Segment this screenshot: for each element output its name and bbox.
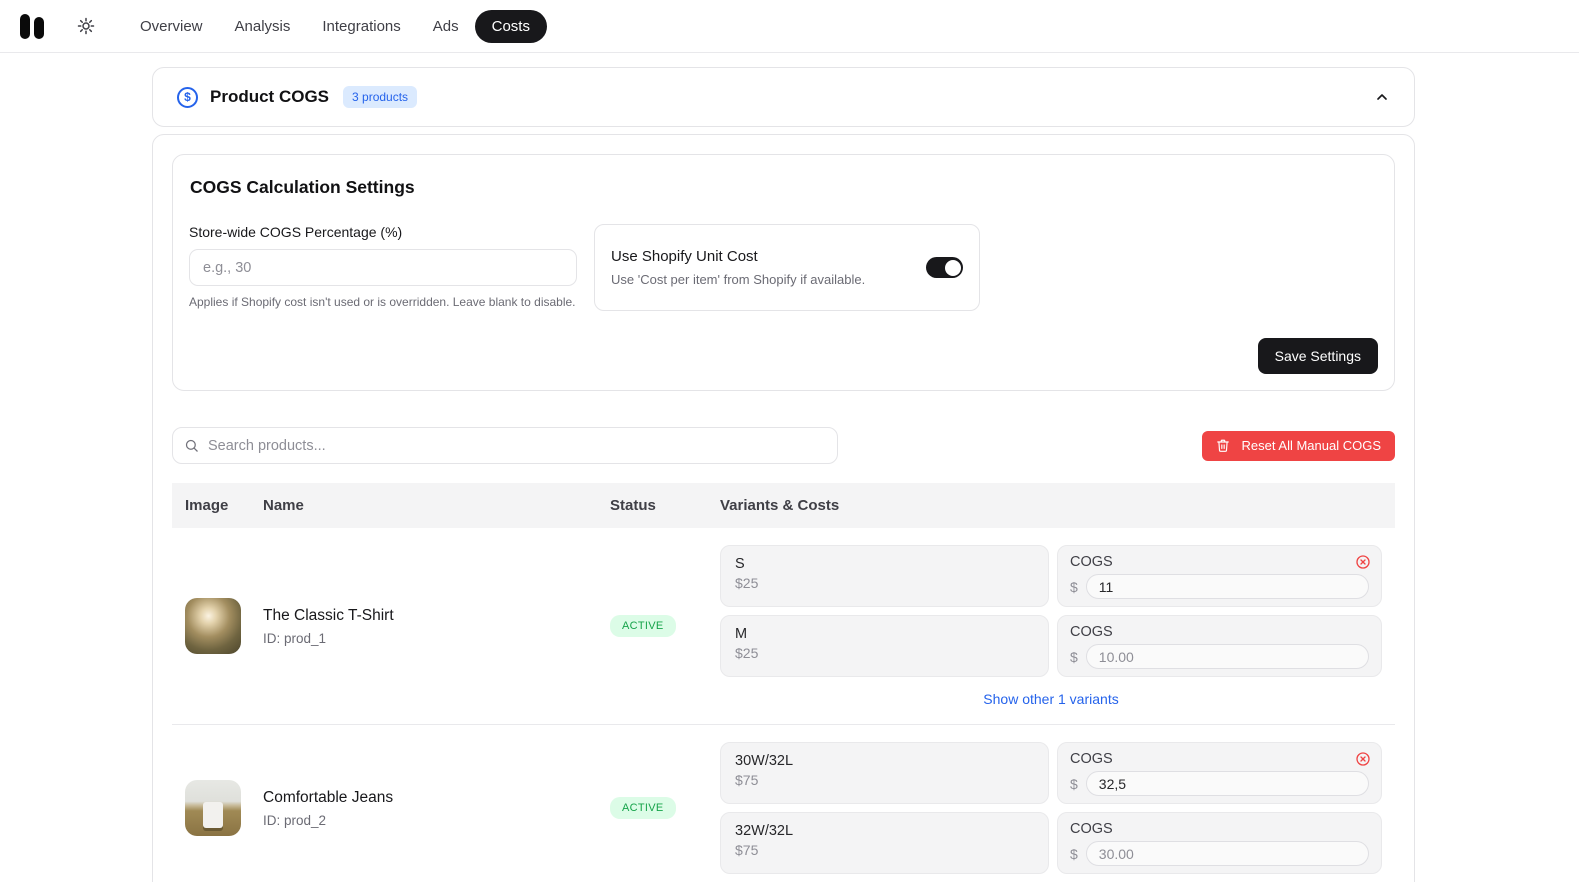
trash-icon — [1216, 439, 1229, 452]
variant-card: S $25 — [720, 545, 1049, 607]
cogs-value-input[interactable] — [1085, 771, 1369, 796]
products-table: Image Name Status Variants & Costs The C… — [172, 483, 1395, 882]
variant-price: $75 — [735, 842, 759, 858]
percentage-input[interactable] — [189, 249, 577, 286]
products-toolbar: Reset All Manual COGS — [172, 427, 1395, 464]
search-icon — [185, 439, 198, 452]
table-row: The Classic T-Shirt ID: prod_1 ACTIVE S … — [172, 528, 1395, 725]
status-badge: ACTIVE — [610, 797, 676, 819]
reset-all-manual-cogs-button[interactable]: Reset All Manual COGS — [1201, 430, 1395, 461]
nav-item-ads[interactable]: Ads — [417, 10, 475, 43]
variant-price: $25 — [735, 575, 759, 591]
main-nav: Overview Analysis Integrations Ads Costs — [124, 9, 547, 43]
product-id: ID: prod_1 — [263, 630, 327, 646]
page-content: $ Product COGS 3 products COGS Calculati… — [152, 67, 1415, 882]
product-image — [185, 780, 241, 836]
variant-card: 30W/32L $75 — [720, 742, 1049, 804]
product-count-badge: 3 products — [343, 86, 418, 108]
currency-symbol: $ — [1070, 775, 1078, 792]
column-header-status: Status — [610, 497, 656, 514]
variant-price: $25 — [735, 645, 759, 661]
currency-symbol: $ — [1070, 845, 1078, 862]
variant-title: M — [735, 626, 748, 642]
cogs-value-input[interactable] — [1085, 841, 1369, 866]
nav-item-analysis[interactable]: Analysis — [219, 10, 307, 43]
table-header-row: Image Name Status Variants & Costs — [172, 483, 1395, 528]
cogs-card: COGS $ — [1057, 615, 1382, 677]
column-header-image: Image — [185, 497, 229, 514]
currency-symbol: $ — [1070, 648, 1078, 665]
column-header-variants: Variants & Costs — [720, 497, 840, 514]
variant-row: M $25 COGS $ — [720, 615, 1382, 677]
cogs-label: COGS — [1070, 624, 1113, 640]
search-products-input[interactable] — [172, 427, 838, 464]
variant-row: 30W/32L $75 COGS $ — [720, 742, 1382, 804]
cogs-card: COGS $ — [1057, 545, 1382, 607]
settings-title: COGS Calculation Settings — [190, 177, 415, 197]
shopify-unit-cost-title: Use Shopify Unit Cost — [611, 248, 758, 265]
variant-title: 32W/32L — [735, 823, 794, 839]
show-other-variants-link[interactable]: Show other 1 variants — [720, 691, 1382, 707]
product-cogs-panel: COGS Calculation Settings Store-wide COG… — [152, 134, 1415, 882]
product-name: Comfortable Jeans — [263, 788, 394, 806]
product-image — [185, 598, 241, 654]
nav-item-integrations[interactable]: Integrations — [306, 10, 416, 43]
variants-cell: S $25 COGS $ 11 M $25 COGS $ 10.00 Show … — [720, 545, 1382, 707]
product-name: The Classic T-Shirt — [263, 606, 394, 624]
nav-item-costs[interactable]: Costs — [474, 9, 547, 43]
cogs-label: COGS — [1070, 821, 1113, 837]
variants-cell: 30W/32L $75 COGS $ 32,5 32W/32L $75 COGS… — [720, 742, 1382, 874]
variant-title: 30W/32L — [735, 753, 794, 769]
variant-card: M $25 — [720, 615, 1049, 677]
percentage-label: Store-wide COGS Percentage (%) — [189, 224, 403, 240]
cogs-settings-card: COGS Calculation Settings Store-wide COG… — [172, 154, 1395, 391]
product-id: ID: prod_2 — [263, 812, 327, 828]
nav-item-overview[interactable]: Overview — [124, 10, 219, 43]
table-row: Comfortable Jeans ID: prod_2 ACTIVE 30W/… — [172, 725, 1395, 882]
status-badge: ACTIVE — [610, 615, 676, 637]
section-title: Product COGS — [210, 87, 330, 106]
clear-cogs-icon[interactable] — [1355, 751, 1371, 767]
product-cogs-section-header[interactable]: $ Product COGS 3 products — [152, 67, 1415, 127]
dollar-circle-icon: $ — [177, 86, 198, 108]
shopify-unit-cost-box: Use Shopify Unit Cost Use 'Cost per item… — [594, 224, 980, 311]
cogs-value-input[interactable] — [1085, 644, 1369, 669]
save-settings-button[interactable]: Save Settings — [1257, 338, 1378, 374]
search-box — [172, 427, 838, 464]
variant-card: 32W/32L $75 — [720, 812, 1049, 874]
chevron-up-icon[interactable] — [1374, 89, 1390, 105]
reset-button-label: Reset All Manual COGS — [1241, 438, 1381, 453]
cogs-card: COGS $ — [1057, 812, 1382, 874]
cogs-card: COGS $ — [1057, 742, 1382, 804]
variant-price: $75 — [735, 772, 759, 788]
cogs-label: COGS — [1070, 554, 1113, 570]
cogs-label: COGS — [1070, 751, 1113, 767]
percentage-field-group: Store-wide COGS Percentage (%) Applies i… — [189, 224, 577, 309]
shopify-unit-cost-desc: Use 'Cost per item' from Shopify if avai… — [611, 272, 866, 287]
top-navbar: Overview Analysis Integrations Ads Costs — [0, 0, 1579, 53]
theme-toggle-sun-icon[interactable] — [72, 12, 100, 40]
variant-row: S $25 COGS $ — [720, 545, 1382, 607]
clear-cogs-icon[interactable] — [1355, 554, 1371, 570]
variant-title: S — [735, 556, 745, 572]
app-logo — [20, 13, 44, 39]
percentage-help-text: Applies if Shopify cost isn't used or is… — [189, 295, 576, 309]
cogs-value-input[interactable] — [1085, 574, 1369, 599]
variant-row: 32W/32L $75 COGS $ — [720, 812, 1382, 874]
currency-symbol: $ — [1070, 578, 1078, 595]
shopify-unit-cost-toggle[interactable] — [926, 257, 963, 278]
column-header-name: Name — [263, 497, 304, 514]
